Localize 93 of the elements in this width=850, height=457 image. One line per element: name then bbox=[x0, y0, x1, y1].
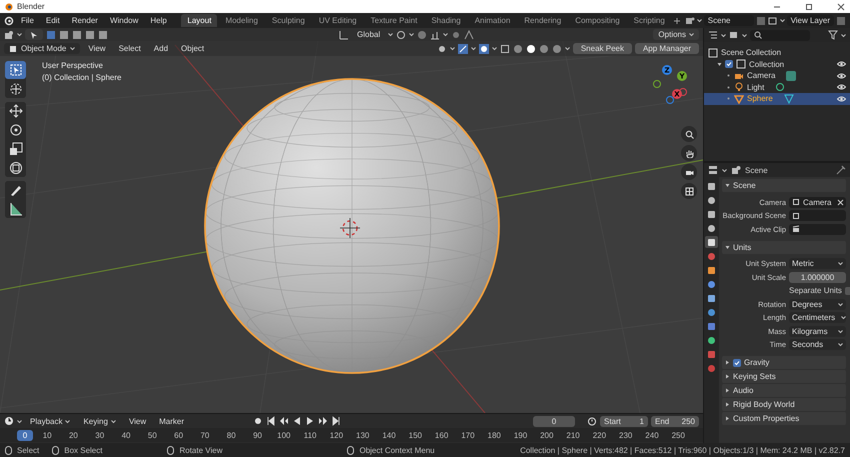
frame-number: 180 bbox=[486, 430, 502, 440]
frame-number: 190 bbox=[512, 430, 528, 440]
outliner-row[interactable]: Light bbox=[704, 82, 850, 93]
menu-item[interactable]: View bbox=[124, 416, 152, 426]
frame-number: 70 bbox=[199, 430, 210, 440]
menu-item[interactable]: Marker bbox=[154, 416, 190, 426]
frame-number: 130 bbox=[355, 430, 370, 440]
frame-number: 30 bbox=[94, 430, 106, 440]
panel-header[interactable]: Keying Sets bbox=[722, 370, 846, 383]
frame-number: 90 bbox=[252, 430, 263, 440]
current-frame-field[interactable]: 0 bbox=[533, 416, 575, 426]
playhead[interactable]: 0 bbox=[17, 430, 33, 440]
frame-number: 220 bbox=[592, 430, 608, 440]
frame-number: 40 bbox=[120, 430, 132, 440]
dropdown[interactable]: Degrees bbox=[789, 298, 846, 310]
status-hint: Rotate View bbox=[179, 446, 222, 454]
window-title: Blender bbox=[17, 2, 46, 11]
frame-number: 230 bbox=[618, 430, 634, 440]
workspace-tab[interactable]: Modeling bbox=[219, 14, 264, 27]
end-frame-field[interactable]: End 250 bbox=[651, 416, 699, 426]
frame-number: 20 bbox=[68, 430, 79, 440]
outliner-item-label: Collection bbox=[749, 60, 784, 69]
object-field[interactable]: Camera bbox=[789, 196, 846, 208]
mode-dropdown[interactable]: Object Mode bbox=[4, 43, 80, 54]
frame-number: 150 bbox=[408, 430, 423, 440]
outliner-row[interactable]: Scene Collection bbox=[704, 47, 850, 58]
menu-item[interactable]: Render bbox=[66, 16, 103, 25]
header-button[interactable]: App Manager bbox=[634, 43, 699, 54]
workspace-tab[interactable]: Animation bbox=[468, 14, 516, 27]
workspace-tab[interactable]: Rendering bbox=[518, 14, 568, 27]
status-hint: Box Select bbox=[64, 446, 102, 454]
dropdown[interactable]: Centimeters bbox=[789, 312, 846, 324]
frame-number: 240 bbox=[644, 430, 660, 440]
panel-header[interactable]: Custom Properties bbox=[722, 412, 846, 425]
menu-item[interactable]: Window bbox=[104, 16, 144, 25]
outliner-item-label: Scene Collection bbox=[721, 48, 782, 58]
menu-item[interactable]: Object bbox=[176, 43, 210, 54]
scene-field[interactable]: Scene bbox=[704, 15, 754, 26]
frame-number: 110 bbox=[302, 430, 318, 440]
frame-number: 80 bbox=[226, 430, 237, 440]
menu-item[interactable]: Add bbox=[148, 43, 174, 54]
panel-header[interactable]: Audio bbox=[722, 384, 846, 397]
frame-number: 170 bbox=[460, 430, 476, 440]
workspace-tab[interactable]: Compositing bbox=[569, 14, 626, 27]
header-button[interactable]: Sneak Peek bbox=[572, 43, 632, 54]
viewport-info-text: User Perspective bbox=[42, 61, 104, 70]
menu-item[interactable]: Select bbox=[114, 43, 146, 54]
scene-statistics: Collection | Sphere | Verts:482 | Faces:512 | Tris:960 | Objects:1/3 | Mem: 24.2 MB | v2.82.7 bbox=[520, 446, 845, 454]
menu-item[interactable]: Keying bbox=[78, 416, 121, 426]
status-hint: Select bbox=[17, 446, 40, 454]
frame-number: 60 bbox=[173, 430, 184, 440]
panel-header[interactable]: Gravity bbox=[722, 356, 846, 369]
dropdown[interactable]: Seconds bbox=[789, 339, 846, 350]
dropdown[interactable]: Kilograms bbox=[789, 326, 846, 337]
frame-number: 100 bbox=[276, 430, 292, 440]
outliner-row[interactable]: Collection bbox=[704, 58, 850, 70]
menu-item[interactable]: Edit bbox=[40, 16, 65, 25]
workspace-tab[interactable]: Texture Paint bbox=[364, 14, 424, 27]
frame-number: 140 bbox=[381, 430, 397, 440]
frame-number: 10 bbox=[42, 430, 53, 440]
view-layer-field[interactable]: View Layer bbox=[786, 15, 834, 26]
panel-header[interactable]: Scene bbox=[722, 179, 846, 192]
frame-number: 160 bbox=[434, 430, 450, 440]
checkbox-label: Separate Units bbox=[789, 286, 842, 296]
frame-number: 120 bbox=[328, 430, 344, 440]
frame-number: 210 bbox=[565, 430, 581, 440]
menu-item[interactable]: File bbox=[16, 16, 39, 25]
workspace-tab[interactable]: Scripting bbox=[628, 14, 671, 27]
panel-header[interactable]: Units bbox=[722, 240, 846, 254]
frame-number: 250 bbox=[670, 430, 686, 440]
number-field[interactable]: 1.000000 bbox=[789, 272, 846, 283]
workspace-tab[interactable]: UV Editing bbox=[312, 14, 363, 27]
frame-number: 200 bbox=[539, 430, 554, 440]
start-frame-field[interactable]: Start 1 bbox=[600, 416, 648, 426]
outliner-item-label: Sphere bbox=[747, 94, 773, 104]
outliner-item-label: Camera bbox=[747, 71, 776, 80]
viewport-info-text: (0) Collection | Sphere bbox=[42, 73, 122, 82]
context-breadcrumb: Scene bbox=[745, 166, 769, 174]
workspace-tab[interactable]: Shading bbox=[425, 14, 467, 27]
workspace-tab[interactable]: Sculpting bbox=[266, 14, 311, 27]
menu-item[interactable]: Help bbox=[145, 16, 172, 25]
menu-item[interactable]: View bbox=[83, 43, 111, 54]
workspace-tab[interactable]: Layout bbox=[181, 14, 218, 27]
outliner-row[interactable]: Sphere bbox=[704, 93, 850, 104]
options-dropdown[interactable]: Options bbox=[653, 29, 699, 40]
frame-number: 50 bbox=[146, 430, 158, 440]
orientation-dropdown[interactable]: Global bbox=[352, 29, 386, 40]
panel-header[interactable]: Rigid Body World bbox=[722, 398, 846, 411]
outliner-row[interactable]: Camera bbox=[704, 70, 850, 82]
menu-item[interactable]: Playback bbox=[25, 416, 76, 426]
dropdown[interactable]: Metric bbox=[789, 258, 846, 270]
status-hint: Object Context Menu bbox=[359, 446, 435, 454]
outliner-item-label: Light bbox=[747, 82, 764, 92]
